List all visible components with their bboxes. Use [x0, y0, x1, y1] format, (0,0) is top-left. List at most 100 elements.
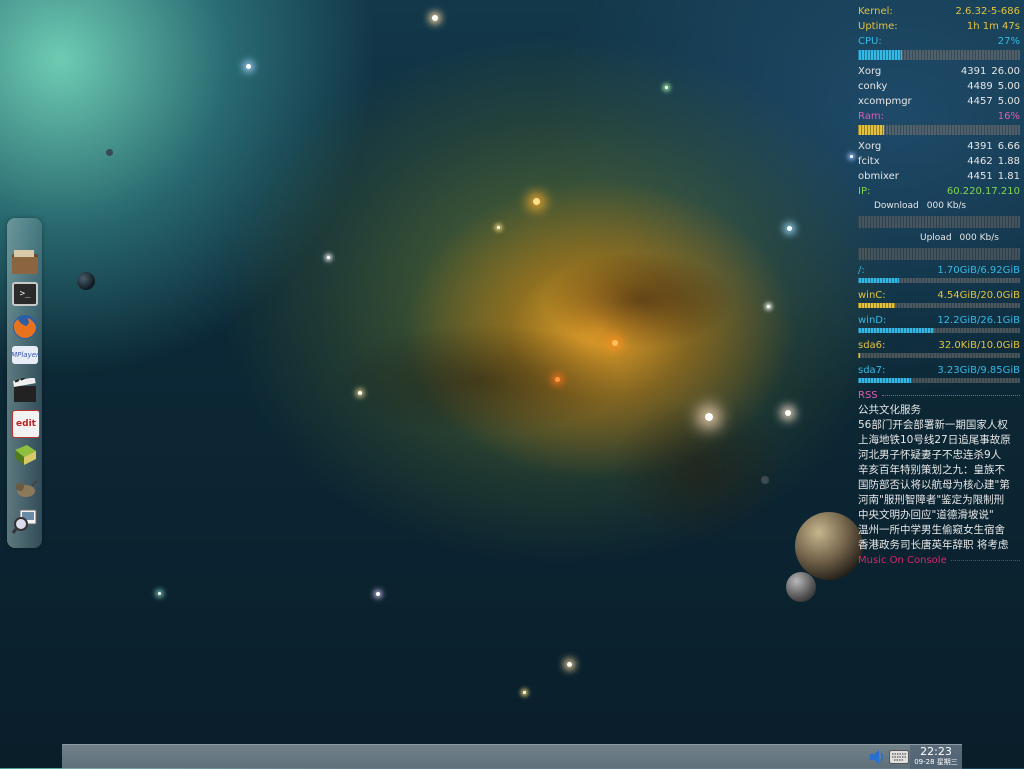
- gimp-icon[interactable]: [12, 476, 38, 502]
- rss-item[interactable]: 辛亥百年特别策划之九：皇族不: [858, 463, 1020, 478]
- disk-name: winC:: [858, 290, 886, 301]
- download-value: 000 Kb/s: [926, 201, 967, 211]
- uptime-value: 1h 1m 47s: [966, 21, 1020, 32]
- terminal-icon[interactable]: >_: [12, 282, 38, 306]
- star: [533, 198, 540, 205]
- system-tray: 22:23 09-28 星期三: [866, 745, 962, 769]
- star: [612, 340, 618, 346]
- ram-process-row: obmixer 4451 1.81: [858, 169, 1020, 184]
- star: [665, 86, 668, 89]
- disk-row: sda6: 32.0KiB/10.0GiB: [858, 338, 1020, 353]
- star: [567, 662, 572, 667]
- star: [358, 391, 362, 395]
- rss-label: RSS: [858, 390, 878, 401]
- keyboard-icon[interactable]: [888, 747, 910, 767]
- disk-name: sda6:: [858, 340, 886, 351]
- rss-item[interactable]: 河北男子怀疑妻子不忠连杀9人: [858, 448, 1020, 463]
- download-graph: [858, 216, 1020, 228]
- disk-usage-bar-fill: [858, 378, 912, 383]
- ram-label: Ram:: [858, 111, 884, 122]
- moc-header: Music On Console: [858, 553, 1020, 568]
- download-label: Download: [874, 201, 919, 211]
- text-editor-icon[interactable]: edit: [12, 410, 40, 438]
- disk-usage-list: /: 1.70GiB/6.92GiB winC: 4.54GiB/20.0GiB win…: [858, 263, 1020, 383]
- process-pid: 4391: [967, 141, 993, 152]
- rss-divider: [881, 395, 1020, 396]
- rss-item[interactable]: 香港政务司长唐英年辞职 将考虑: [858, 538, 1020, 553]
- disk-usage-bar: [858, 353, 1020, 358]
- disk-usage-bar: [858, 328, 1020, 333]
- firefox-icon[interactable]: [12, 314, 38, 340]
- process-name: obmixer: [858, 171, 899, 182]
- process-value: 6.66: [997, 141, 1020, 152]
- image-viewer-icon[interactable]: [12, 508, 38, 534]
- cpu-process-row: conky 4489 5.00: [858, 79, 1020, 94]
- star: [432, 15, 438, 21]
- rss-item[interactable]: 国防部否认将以航母为核心建"第: [858, 478, 1020, 493]
- upload-row: Upload 000 Kb/s: [858, 231, 1020, 246]
- rss-header: RSS: [858, 388, 1020, 403]
- star: [705, 413, 713, 421]
- video-editor-icon[interactable]: [12, 378, 38, 404]
- star: [246, 64, 251, 69]
- media-player-icon[interactable]: MPlayer: [11, 346, 39, 364]
- process-pid: 4457: [967, 96, 993, 107]
- disk-name: sda7:: [858, 365, 886, 376]
- star: [850, 155, 853, 158]
- process-value: 26.00: [991, 66, 1020, 77]
- cpu-process-row: xcompmgr 4457 5.00: [858, 94, 1020, 109]
- ip-row: IP: 60.220.17.210: [858, 184, 1020, 199]
- ram-process-list: Xorg 4391 6.66 fcitx 4462 1.88 obmixer 4451 1.81: [858, 139, 1020, 184]
- cpu-label: CPU:: [858, 36, 882, 47]
- rss-item[interactable]: 公共文化服务: [858, 403, 1020, 418]
- disk-name: /:: [858, 265, 865, 276]
- process-name: xcompmgr: [858, 96, 912, 107]
- clock-time: 22:23: [920, 745, 952, 758]
- star: [767, 305, 770, 308]
- cpu-row: CPU: 27%: [858, 34, 1020, 49]
- rss-item[interactable]: 上海地铁10号线27日追尾事故原: [858, 433, 1020, 448]
- rss-item[interactable]: 56部门开会部署新一期国家人权: [858, 418, 1020, 433]
- process-pid: 4462: [967, 156, 993, 167]
- disk-usage: 4.54GiB/20.0GiB: [937, 290, 1020, 301]
- planet: [761, 476, 769, 484]
- volume-icon[interactable]: [866, 747, 888, 767]
- ram-bar-fill: [858, 125, 884, 135]
- cpu-process-row: Xorg 4391 26.00: [858, 64, 1020, 79]
- ip-value: 60.220.17.210: [946, 186, 1020, 197]
- book-icon[interactable]: [12, 442, 38, 468]
- disk-row: winC: 4.54GiB/20.0GiB: [858, 288, 1020, 303]
- moc-divider: [950, 560, 1020, 561]
- star: [555, 377, 560, 382]
- file-manager-icon[interactable]: [9, 246, 41, 278]
- clock[interactable]: 22:23 09-28 星期三: [910, 745, 962, 769]
- disk-usage-bar-fill: [858, 278, 899, 283]
- uptime-row: Uptime: 1h 1m 47s: [858, 19, 1020, 34]
- star: [327, 256, 330, 259]
- process-value: 5.00: [997, 96, 1020, 107]
- rss-item[interactable]: 河南"服刑智障者"鉴定为限制刑: [858, 493, 1020, 508]
- cpu-value: 27%: [997, 36, 1020, 47]
- cpu-bar-fill: [858, 50, 902, 60]
- ram-row: Ram: 16%: [858, 109, 1020, 124]
- star: [787, 226, 792, 231]
- kernel-value: 2.6.32-5-686: [955, 6, 1020, 17]
- upload-label: Upload: [920, 233, 952, 243]
- disk-usage: 3.23GiB/9.85GiB: [937, 365, 1020, 376]
- disk-name: winD:: [858, 315, 887, 326]
- disk-usage: 32.0KiB/10.0GiB: [938, 340, 1020, 351]
- star: [497, 226, 500, 229]
- disk-usage-bar-fill: [858, 328, 935, 333]
- rss-feed-list: 公共文化服务 56部门开会部署新一期国家人权 上海地铁10号线27日追尾事故原 河北男…: [858, 403, 1020, 553]
- disk-usage-bar: [858, 278, 1020, 283]
- disk-usage-bar-fill: [858, 353, 860, 358]
- disk-usage: 12.2GiB/26.1GiB: [937, 315, 1020, 326]
- rss-item[interactable]: 中央文明办回应"道德滑坡说": [858, 508, 1020, 523]
- cpu-bar: [858, 50, 1020, 60]
- disk-row: sda7: 3.23GiB/9.85GiB: [858, 363, 1020, 378]
- ram-process-row: fcitx 4462 1.88: [858, 154, 1020, 169]
- rss-item[interactable]: 温州一所中学男生偷窥女生宿舍: [858, 523, 1020, 538]
- uptime-label: Uptime:: [858, 21, 898, 32]
- ram-bar: [858, 125, 1020, 135]
- ip-label: IP:: [858, 186, 871, 197]
